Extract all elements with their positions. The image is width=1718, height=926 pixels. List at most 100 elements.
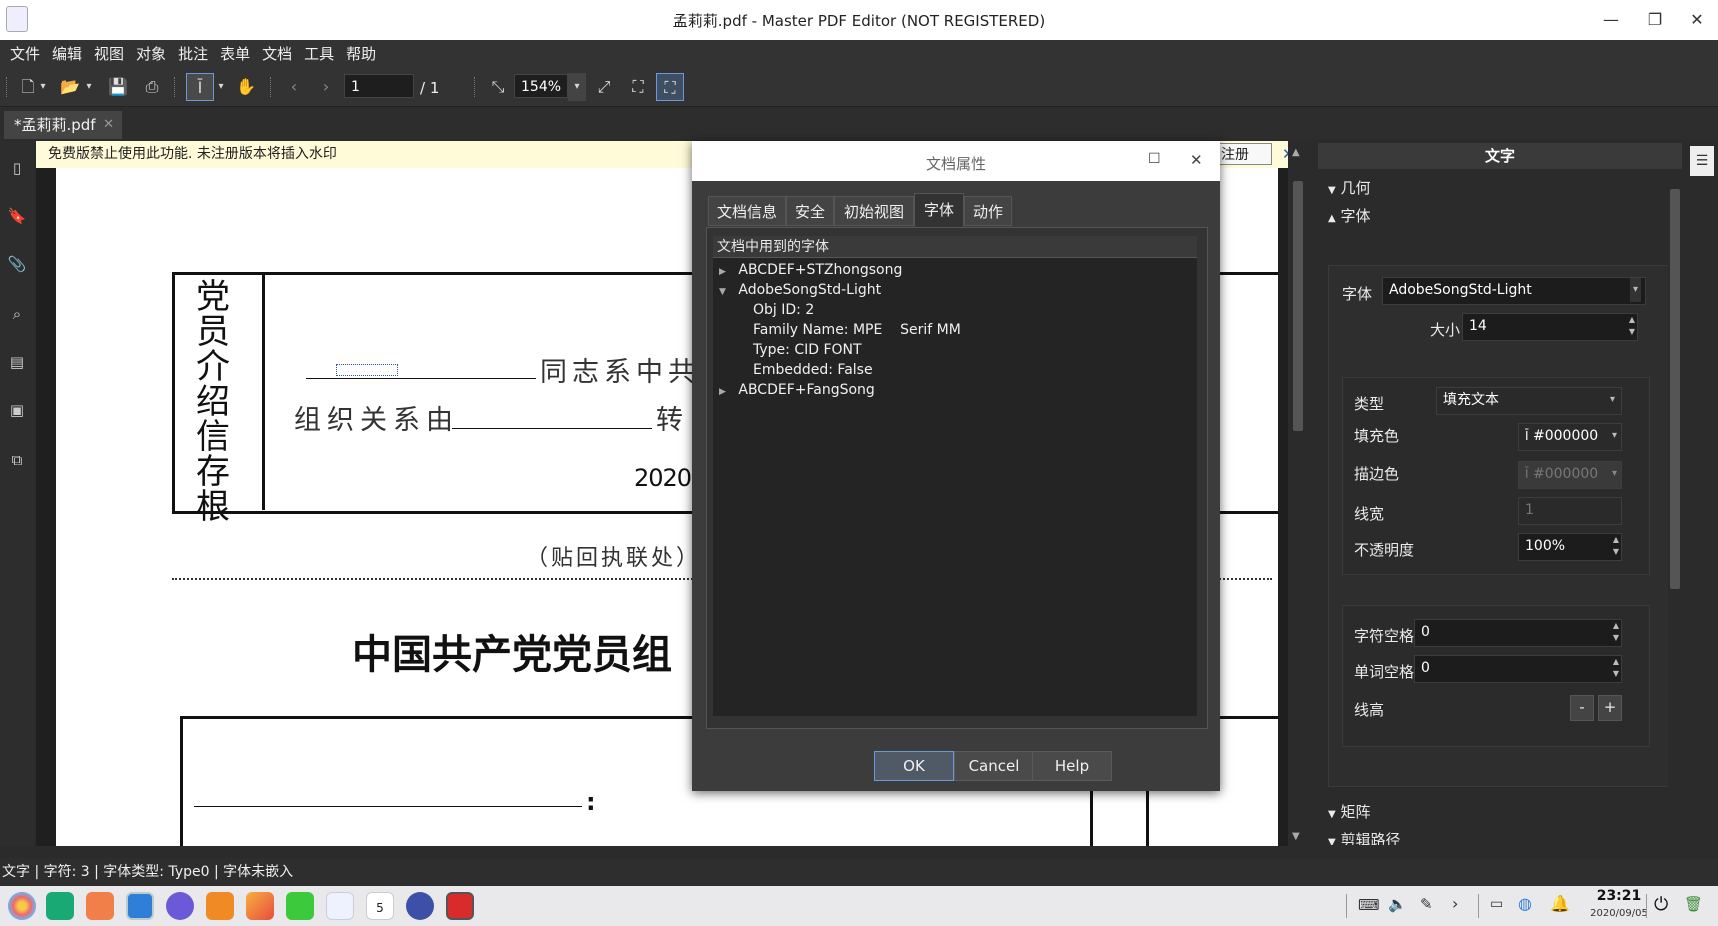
network-icon[interactable]: ◍	[1518, 894, 1532, 913]
signatures-panel-icon[interactable]: ▣	[4, 397, 30, 423]
tree-expand-arrow-icon[interactable]: ▶	[719, 387, 726, 397]
word-spacing-spinbox[interactable]: 0 ▲ ▼	[1414, 655, 1622, 683]
fonts-tree[interactable]: 文档中用到的字体 ▶ ABCDEF+STZhongsong ▼ AdobeSon…	[713, 236, 1197, 716]
matrix-section-toggle[interactable]: ▼ 矩阵	[1328, 801, 1371, 822]
clock-date[interactable]: 2020/09/05	[1584, 908, 1654, 919]
menu-view[interactable]: 视图	[88, 40, 130, 68]
font-row-stzhongsong[interactable]: ▶ ABCDEF+STZhongsong	[719, 262, 902, 278]
settings-app-icon[interactable]	[406, 892, 434, 920]
actual-size-icon[interactable]: ⛶	[624, 73, 652, 101]
char-spacing-spinbox[interactable]: 0 ▲ ▼	[1414, 619, 1622, 647]
type-select[interactable]: 填充文本 ▾	[1436, 387, 1622, 415]
zoom-select[interactable]: 154%	[514, 74, 568, 98]
panel-settings-icon[interactable]: ☰	[1690, 146, 1714, 176]
edit-tool-dropdown-icon[interactable]: ▾	[214, 73, 228, 101]
pages-panel-icon[interactable]: ▯	[4, 155, 30, 181]
package-app-icon[interactable]	[206, 892, 234, 920]
tab-fonts[interactable]: 字体	[914, 193, 964, 227]
open-dropdown-icon[interactable]: ▾	[82, 73, 96, 101]
spin-arrows-icon[interactable]: ▲ ▼	[1613, 620, 1619, 644]
close-button[interactable]: ✕	[1682, 8, 1712, 32]
tab-document-info[interactable]: 文档信息	[708, 196, 786, 226]
pen-icon[interactable]: ✎	[1420, 895, 1433, 913]
tray-expand-icon[interactable]: ›	[1452, 894, 1458, 913]
edit-text-tool-icon[interactable]: Ī	[186, 73, 214, 101]
clock-time[interactable]: 23:21	[1588, 888, 1650, 904]
power-icon[interactable]: ⏻	[1654, 894, 1668, 915]
opacity-spinbox[interactable]: 100% ▲ ▼	[1518, 533, 1622, 561]
font-row-fangsong[interactable]: ▶ ABCDEF+FangSong	[719, 382, 875, 398]
dialog-close-button[interactable]: ✕	[1190, 151, 1203, 169]
font-section-toggle[interactable]: ▲ 字体	[1328, 205, 1371, 226]
calendar-app-icon[interactable]: 5	[366, 892, 394, 920]
spin-arrows-icon[interactable]: ▲ ▼	[1613, 534, 1619, 558]
tab-close-icon[interactable]: ✕	[103, 111, 114, 139]
previous-page-icon[interactable]: ‹	[280, 73, 308, 101]
master-pdf-editor-app-icon[interactable]	[446, 892, 474, 920]
print-icon[interactable]: ⎙	[138, 73, 166, 101]
menu-file[interactable]: 文件	[4, 40, 46, 68]
menu-object[interactable]: 对象	[130, 40, 172, 68]
register-button[interactable]: 注册	[1216, 143, 1272, 165]
spin-arrows-icon[interactable]: ▲ ▼	[1629, 314, 1635, 338]
scroll-thumb[interactable]	[1293, 181, 1303, 431]
tab-initial-view[interactable]: 初始视图	[834, 196, 914, 226]
size-spinbox[interactable]: 14 ▲ ▼	[1462, 313, 1638, 341]
notice-close-icon[interactable]: ✕	[1282, 141, 1288, 168]
notification-bell-icon[interactable]: 🔔	[1550, 894, 1570, 913]
volume-icon[interactable]: 🔈	[1388, 895, 1407, 913]
keyboard-icon[interactable]: ⌨	[1358, 896, 1380, 914]
line-height-decrease-button[interactable]: -	[1570, 695, 1594, 721]
app-store-icon[interactable]	[126, 892, 154, 920]
trash-icon[interactable]: 🗑	[1684, 895, 1703, 913]
document-viewer-app-icon[interactable]	[326, 892, 354, 920]
menu-edit[interactable]: 编辑	[46, 40, 88, 68]
hand-tool-icon[interactable]: ✋	[232, 73, 260, 101]
selected-text-box[interactable]	[336, 364, 398, 376]
menu-form[interactable]: 表单	[214, 40, 256, 68]
ok-button[interactable]: OK	[874, 751, 954, 781]
browser-app-icon[interactable]	[166, 892, 194, 920]
spin-arrows-icon[interactable]: ▲ ▼	[1613, 656, 1619, 680]
panel-scroll-thumb[interactable]	[1670, 189, 1680, 589]
maximize-button[interactable]: ❐	[1640, 8, 1670, 32]
font-select[interactable]: AdobeSongStd-Light ▾	[1382, 277, 1646, 305]
line-height-increase-button[interactable]: +	[1598, 695, 1622, 721]
dialog-maximize-button[interactable]: ☐	[1148, 151, 1161, 167]
photos-app-icon[interactable]	[246, 892, 274, 920]
document-tab[interactable]: *孟莉莉.pdf ✕	[4, 111, 122, 139]
scroll-down-arrow[interactable]: ▼	[1292, 831, 1300, 842]
file-manager-app-icon[interactable]	[46, 892, 74, 920]
cancel-button[interactable]: Cancel	[954, 751, 1034, 781]
font-row-adobesong[interactable]: ▼ AdobeSongStd-Light	[719, 282, 881, 298]
search-panel-icon[interactable]: ⌕	[4, 301, 30, 327]
help-button[interactable]: Help	[1032, 751, 1112, 781]
menu-help[interactable]: 帮助	[340, 40, 382, 68]
fill-color-button[interactable]: Ī #000000 ▾	[1518, 423, 1622, 451]
panel-scrollbar[interactable]	[1668, 175, 1682, 845]
tree-collapse-arrow-icon[interactable]: ▼	[719, 287, 726, 297]
scroll-up-arrow[interactable]: ▲	[1292, 147, 1300, 158]
next-page-icon[interactable]: ›	[312, 73, 340, 101]
music-app-icon[interactable]	[286, 892, 314, 920]
pages-copy-panel-icon[interactable]: ⧉	[4, 447, 30, 473]
launcher-icon[interactable]	[8, 892, 36, 920]
multitask-app-icon[interactable]	[86, 892, 114, 920]
fit-visible-icon[interactable]: ⛶	[656, 73, 684, 101]
page-number-input[interactable]: 1	[344, 74, 414, 98]
minimize-button[interactable]: —	[1596, 8, 1626, 32]
layers-panel-icon[interactable]: ▤	[4, 349, 30, 375]
tree-expand-arrow-icon[interactable]: ▶	[719, 267, 726, 277]
new-dropdown-icon[interactable]: ▾	[36, 73, 50, 101]
open-folder-icon[interactable]: 📂	[56, 73, 84, 101]
menu-tools[interactable]: 工具	[298, 40, 340, 68]
input-method-icon[interactable]: ▭	[1490, 896, 1503, 912]
fit-width-icon[interactable]: ⤢	[590, 73, 618, 101]
bookmarks-panel-icon[interactable]: 🔖	[4, 203, 30, 229]
attachments-panel-icon[interactable]: 📎	[4, 251, 30, 277]
zoom-dropdown-icon[interactable]: ▾	[568, 73, 586, 101]
geometry-section-toggle[interactable]: ▼ 几何	[1328, 177, 1371, 198]
document-scrollbar[interactable]: ▲ ▼	[1290, 141, 1306, 846]
fit-page-icon[interactable]: ⤡	[484, 73, 512, 101]
menu-document[interactable]: 文档	[256, 40, 298, 68]
